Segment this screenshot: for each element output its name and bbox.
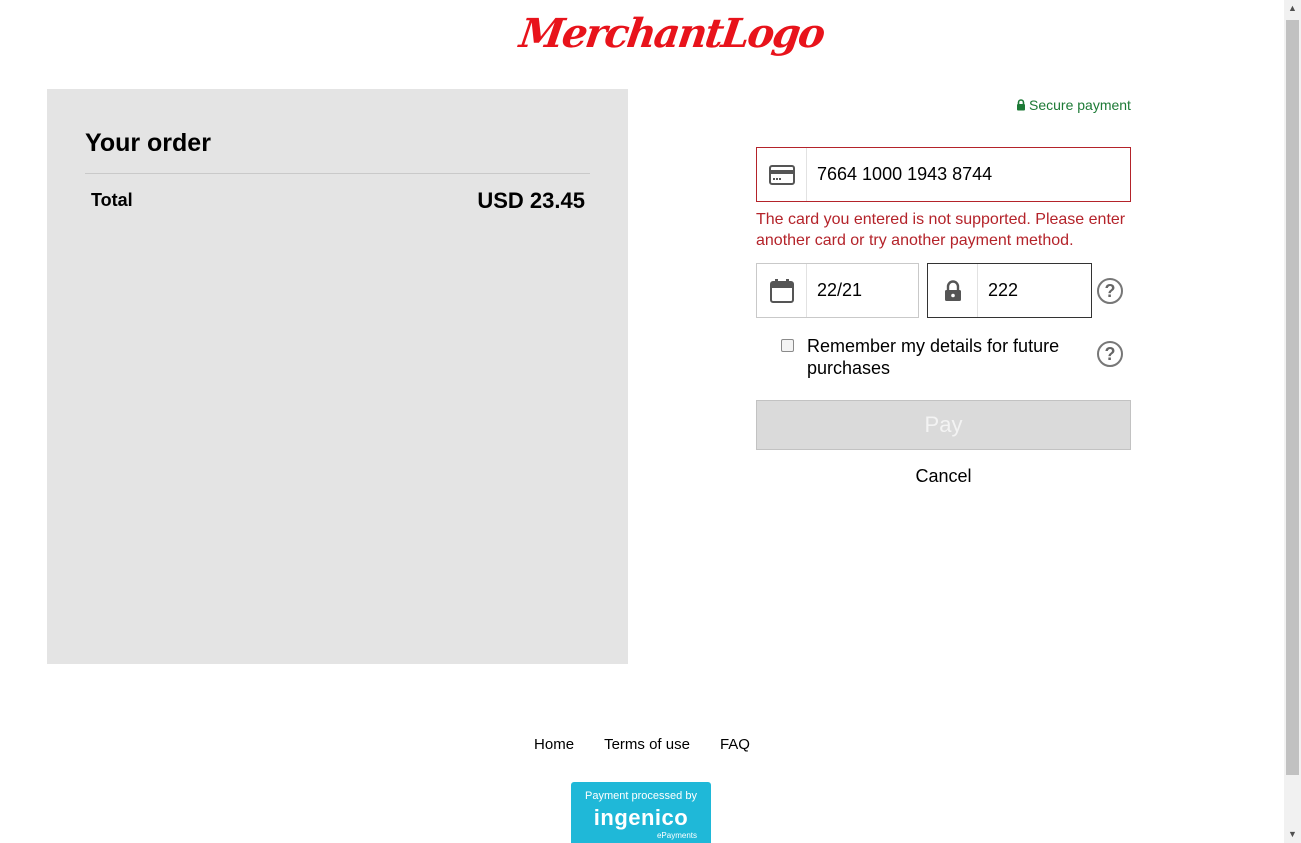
scrollbar-thumb[interactable] [1286,20,1299,775]
credit-card-icon [757,148,807,201]
footer-links: Home Terms of use FAQ [0,736,1284,753]
vertical-scrollbar[interactable]: ▲ ▼ [1284,0,1301,843]
remember-details-option[interactable]: Remember my details for future purchases [781,335,1087,379]
cvv-help-icon[interactable]: ? [1097,278,1123,304]
cvv-field[interactable] [927,263,1092,318]
expiry-date-field[interactable] [756,263,919,318]
total-amount: USD 23.45 [477,188,585,213]
calendar-icon [757,264,807,317]
remember-help-icon[interactable]: ? [1097,341,1123,367]
cancel-link[interactable]: Cancel [756,466,1131,487]
order-divider [85,173,590,174]
cvv-input[interactable] [978,264,1091,317]
order-summary-panel: Your order Total USD 23.45 [47,89,628,664]
ingenico-processed-label: Payment processed by [585,790,697,802]
ingenico-brand: ingenico [593,805,689,830]
remember-label[interactable]: Remember my details for future purchases [807,335,1087,379]
secure-payment-indicator: Secure payment [1016,97,1131,113]
scroll-up-arrow-icon[interactable]: ▲ [1284,0,1301,17]
footer-link-home[interactable]: Home [534,736,574,753]
remember-checkbox[interactable] [781,339,794,352]
card-number-input[interactable] [807,148,1130,201]
lock-icon [928,264,978,317]
secure-payment-label: Secure payment [1029,97,1131,113]
lock-icon [1016,99,1026,111]
scroll-down-arrow-icon[interactable]: ▼ [1284,826,1301,843]
merchant-logo: MerchantLogo [516,10,827,57]
expiry-date-input[interactable] [807,264,918,317]
footer-link-terms[interactable]: Terms of use [604,736,690,753]
ingenico-badge: Payment processed by ingenico ePayments [571,782,711,843]
payment-page: MerchantLogo Your order Total USD 23.45 … [0,0,1301,843]
order-title: Your order [85,129,211,157]
footer-link-faq[interactable]: FAQ [720,736,750,753]
pay-button[interactable]: Pay [756,400,1131,450]
total-label: Total [91,190,133,210]
card-error-message: The card you entered is not supported. P… [756,211,1126,249]
ingenico-sub: ePayments [656,831,697,840]
card-number-field[interactable] [756,147,1131,202]
